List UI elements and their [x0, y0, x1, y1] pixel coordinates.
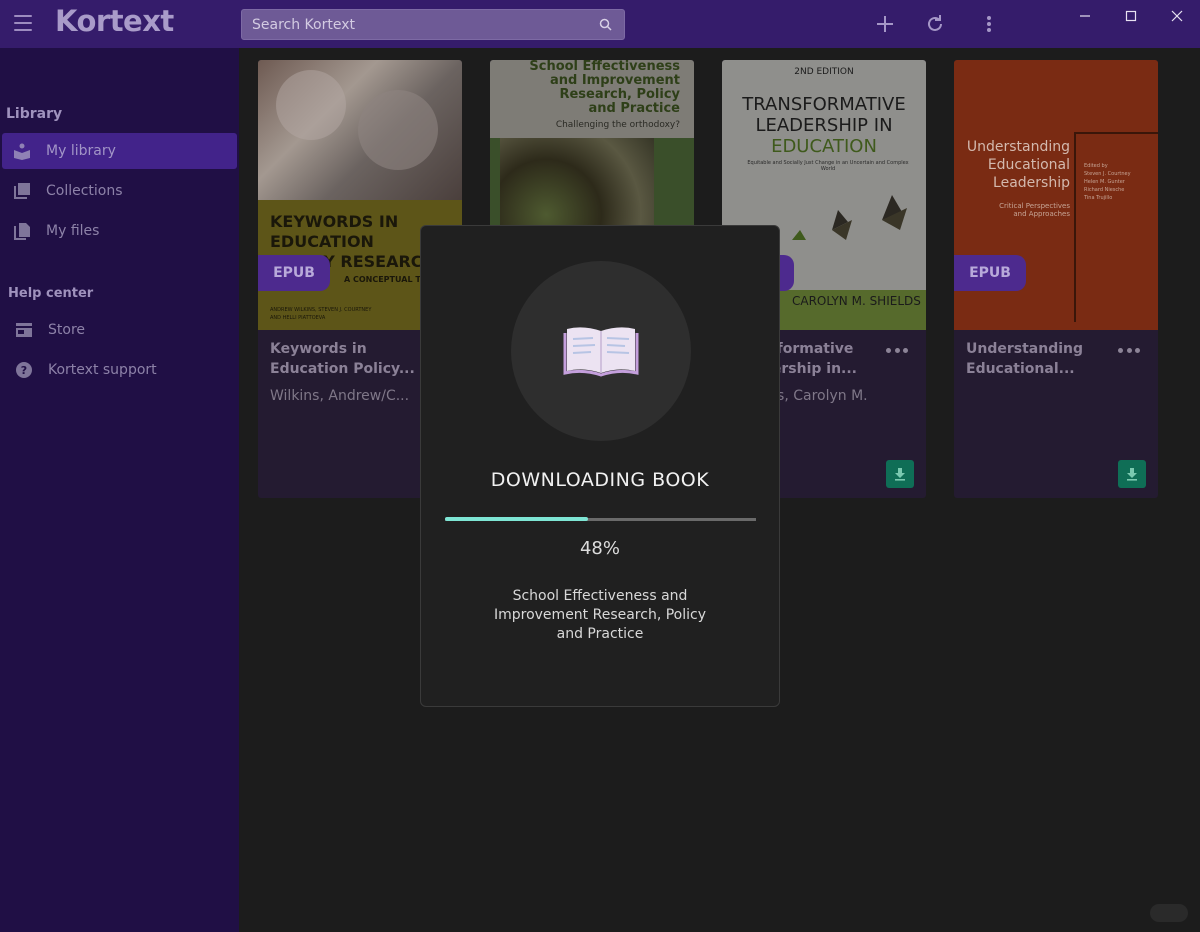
cover-text: and Practice — [588, 101, 680, 116]
plus-icon — [877, 16, 893, 32]
library-section-title: Library — [6, 106, 63, 122]
search-input[interactable] — [242, 10, 592, 39]
cover-text: KEYWORDS IN — [270, 212, 399, 231]
vertical-dots-icon — [987, 16, 991, 32]
minimize-button[interactable] — [1072, 4, 1098, 28]
corner-watermark-icon — [1150, 904, 1188, 922]
format-badge: EPUB — [954, 255, 1026, 291]
progress-fill — [445, 517, 589, 521]
dialog-heading: DOWNLOADING BOOK — [490, 469, 710, 491]
book-title[interactable]: Keywords in Education Policy... — [270, 339, 420, 379]
sidebar-item-kortext-support[interactable]: ? Kortext support — [2, 352, 237, 388]
more-options-button[interactable] — [975, 10, 1003, 38]
icon-circle — [511, 261, 691, 441]
sidebar-item-label: Collections — [46, 183, 123, 199]
cover-text: EDUCATION — [771, 136, 877, 157]
cover-text: Understanding — [966, 139, 1070, 155]
close-icon — [1171, 10, 1183, 22]
sidebar-item-my-files[interactable]: My files — [2, 213, 237, 249]
book-title[interactable]: Understanding Educational... — [966, 339, 1116, 379]
app-logo: Kortext — [55, 4, 174, 38]
app-window: Kortext Library My librar — [0, 0, 1200, 932]
book-card[interactable]: Understanding Educational Leadership Cri… — [954, 60, 1158, 498]
download-icon — [895, 468, 905, 481]
cover-text: Educational — [987, 157, 1070, 173]
cover-subtitle: Critical Perspectives and Approaches — [999, 202, 1070, 218]
more-options-icon[interactable] — [1118, 346, 1140, 354]
format-badge: EPUB — [258, 255, 330, 291]
maximize-button[interactable] — [1118, 4, 1144, 28]
more-options-icon[interactable] — [886, 346, 908, 354]
download-icon — [1127, 468, 1137, 481]
search-box[interactable] — [241, 9, 625, 40]
cover-author: AND HELLI PIATTOEVA — [270, 315, 326, 321]
sidebar-item-label: Kortext support — [48, 362, 157, 378]
book-author: Wilkins, Andrew/C... — [270, 388, 410, 404]
cover-edition: 2ND EDITION — [794, 67, 854, 77]
cover-editor: Tina Trujillo — [1084, 195, 1113, 201]
sidebar-item-label: Store — [48, 322, 86, 338]
cover-text: TRANSFORMATIVE — [742, 94, 906, 115]
downloading-book-title: School Effectiveness and Improvement Res… — [493, 588, 707, 642]
sidebar: Library My library Collections My files … — [0, 48, 239, 932]
help-center-section-title: Help center — [8, 286, 94, 301]
download-button[interactable] — [1118, 460, 1146, 488]
title-bar: Kortext — [0, 0, 1200, 48]
maximize-icon — [1125, 10, 1137, 22]
minimize-icon — [1080, 15, 1090, 17]
cover-editor: Richard Niesche — [1084, 187, 1125, 193]
cover-text: Research, Policy — [559, 87, 680, 102]
sidebar-item-store[interactable]: Store — [2, 312, 237, 348]
cover-author: ANDREW WILKINS, STEVEN J. COURTNEY — [270, 307, 372, 313]
cover-subtitle: Challenging the orthodoxy? — [555, 120, 680, 130]
help-circle-icon: ? — [14, 360, 34, 380]
hamburger-menu-icon[interactable] — [14, 15, 32, 31]
cover-text: and Improvement — [549, 73, 680, 88]
butterflies-illustration — [792, 195, 907, 240]
cover-editor: Steven J. Courtney — [1084, 171, 1131, 177]
open-book-icon — [563, 327, 639, 377]
close-window-button[interactable] — [1164, 4, 1190, 28]
sidebar-item-my-library[interactable]: My library — [2, 133, 237, 169]
files-icon — [12, 221, 32, 241]
sidebar-item-label: My library — [46, 143, 116, 159]
refresh-icon — [928, 15, 942, 31]
cover-editor: Edited by — [1084, 163, 1108, 169]
store-icon — [14, 320, 34, 340]
svg-text:?: ? — [21, 364, 27, 377]
refresh-button[interactable] — [921, 10, 949, 38]
cover-editor: Helen M. Gunter — [1084, 179, 1125, 185]
search-icon[interactable] — [599, 18, 612, 31]
cover-text: EDUCATION — [270, 232, 374, 251]
cover-text: LEADERSHIP IN — [755, 115, 893, 136]
book-reader-icon — [12, 141, 32, 161]
add-button[interactable] — [871, 10, 899, 38]
cover-text: School Effectiveness — [529, 60, 680, 74]
cover-author: CAROLYN M. SHIELDS — [792, 294, 921, 308]
collections-icon — [12, 181, 32, 201]
cover-text: Leadership — [993, 175, 1070, 191]
download-progress-bar — [445, 517, 756, 521]
sidebar-item-label: My files — [46, 223, 100, 239]
cover-subtitle: Equitable and Socially Just Change in an… — [747, 160, 909, 172]
download-dialog: DOWNLOADING BOOK 48% School Effectivenes… — [420, 225, 780, 707]
sidebar-item-collections[interactable]: Collections — [2, 173, 237, 209]
progress-percent: 48% — [579, 538, 620, 559]
download-button[interactable] — [886, 460, 914, 488]
